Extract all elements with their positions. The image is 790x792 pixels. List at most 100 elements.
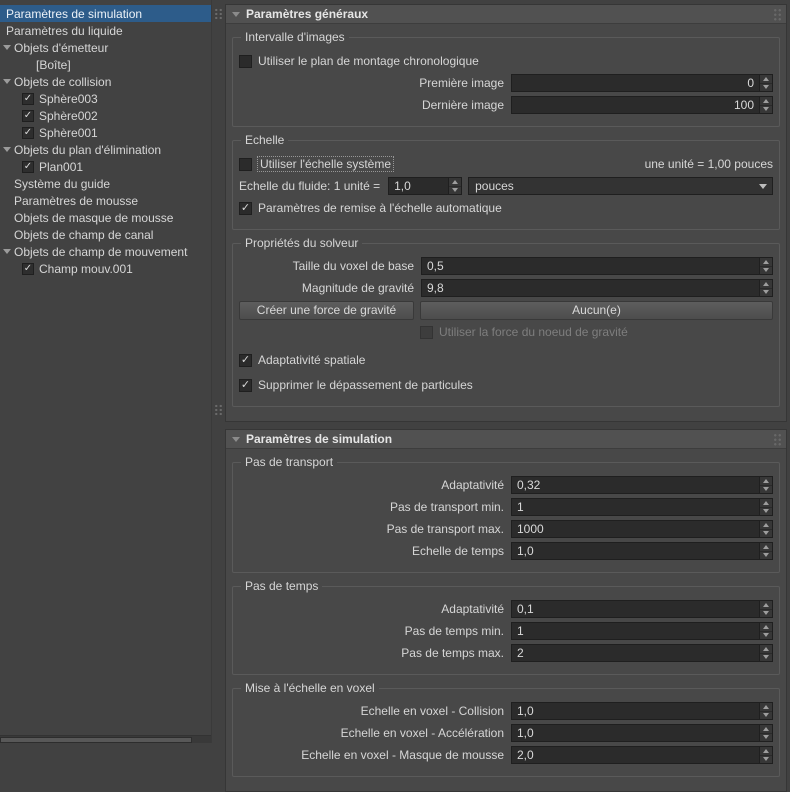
gravity-input[interactable] [422,280,759,296]
spinner-buttons[interactable] [759,747,772,763]
voxel-acceleration-input[interactable] [512,725,759,741]
time-min-input[interactable] [512,623,759,639]
time-max-spinner[interactable] [511,644,773,662]
checkbox[interactable]: ✓ [239,378,252,392]
auto-rescale-checkbox-row[interactable]: ✓ Paramètres de remise à l'échelle autom… [239,200,773,216]
spinner-buttons[interactable] [759,477,772,493]
tree-item-objets-champ-canal[interactable]: Objets de champ de canal [0,226,211,243]
spinner-up-icon[interactable] [760,725,772,733]
spinner-up-icon[interactable] [760,258,772,266]
time-scale-input[interactable] [512,543,759,559]
time-adaptivity-input[interactable] [512,601,759,617]
tree-item-boite[interactable]: [Boîte] [0,56,211,73]
expand-arrow-icon[interactable] [3,45,14,50]
spinner-up-icon[interactable] [760,521,772,529]
tree-item-parametres-mousse[interactable]: Paramètres de mousse [0,192,211,209]
voxel-collision-input[interactable] [512,703,759,719]
spinner-down-icon[interactable] [760,506,772,516]
spinner-buttons[interactable] [759,280,772,296]
rollout-header-parametres-simulation[interactable]: Paramètres de simulation [226,430,786,449]
spinner-down-icon[interactable] [760,652,772,662]
checkbox[interactable] [239,157,252,171]
first-frame-input[interactable] [512,75,759,91]
spinner-up-icon[interactable] [760,645,772,653]
time-min-spinner[interactable] [511,622,773,640]
spinner-down-icon[interactable] [760,287,772,297]
last-frame-spinner[interactable] [511,96,773,114]
horizontal-scrollbar[interactable] [0,735,211,743]
spinner-down-icon[interactable] [760,528,772,538]
first-frame-spinner[interactable] [511,74,773,92]
voxel-foam-mask-spinner[interactable] [511,746,773,764]
time-adaptivity-spinner[interactable] [511,600,773,618]
last-frame-input[interactable] [512,97,759,113]
transport-min-input[interactable] [512,499,759,515]
checkbox[interactable]: ✓ [239,353,252,367]
spinner-up-icon[interactable] [760,747,772,755]
tree-item-parametres-simulation[interactable]: Paramètres de simulation [0,5,211,22]
tree-item-parametres-liquide[interactable]: Paramètres du liquide [0,22,211,39]
checkbox[interactable]: ✓ [239,201,252,215]
rollout-header-parametres-generaux[interactable]: Paramètres généraux [226,5,786,24]
grip-dots-icon[interactable] [773,433,782,446]
spinner-up-icon[interactable] [760,97,772,105]
spinner-up-icon[interactable] [760,623,772,631]
spinner-buttons[interactable] [759,521,772,537]
spinner-down-icon[interactable] [760,754,772,764]
scrollbar-thumb[interactable] [0,737,192,743]
transport-adaptivity-input[interactable] [512,477,759,493]
time-max-input[interactable] [512,645,759,661]
spinner-up-icon[interactable] [760,499,772,507]
spatial-adaptivity-checkbox-row[interactable]: ✓ Adaptativité spatiale [239,352,773,368]
spinner-buttons[interactable] [759,97,772,113]
tree-item-objets-emetteur[interactable]: Objets d'émetteur [0,39,211,56]
use-gravity-node-checkbox-row[interactable]: Utiliser la force du noeud de gravité [420,324,773,340]
checkbox[interactable]: ✓ [22,160,34,173]
spinner-down-icon[interactable] [760,550,772,560]
tree-item-objets-champ-mouvement[interactable]: Objets de champ de mouvement [0,243,211,260]
spinner-buttons[interactable] [759,499,772,515]
spinner-down-icon[interactable] [449,185,462,195]
expand-arrow-icon[interactable] [3,249,14,254]
spinner-up-icon[interactable] [760,703,772,711]
tree-item-sphere003[interactable]: ✓ Sphère003 [0,90,211,107]
voxel-collision-spinner[interactable] [511,702,773,720]
timeline-checkbox-row[interactable]: Utiliser le plan de montage chronologiqu… [239,53,773,69]
tree-item-plan001[interactable]: ✓ Plan001 [0,158,211,175]
transport-adaptivity-spinner[interactable] [511,476,773,494]
voxel-size-input[interactable] [422,258,759,274]
spinner-up-icon[interactable] [760,543,772,551]
expand-arrow-icon[interactable] [3,147,14,152]
tree-item-sphere002[interactable]: ✓ Sphère002 [0,107,211,124]
fluid-scale-spinner[interactable] [388,177,463,195]
voxel-size-spinner[interactable] [421,257,773,275]
expand-arrow-icon[interactable] [3,79,14,84]
checkbox[interactable]: ✓ [22,126,34,139]
spinner-up-icon[interactable] [760,75,772,83]
voxel-acceleration-spinner[interactable] [511,724,773,742]
transport-min-spinner[interactable] [511,498,773,516]
gravity-node-button[interactable]: Aucun(e) [420,300,773,320]
spinner-down-icon[interactable] [760,484,772,494]
spinner-buttons[interactable] [759,703,772,719]
spinner-down-icon[interactable] [760,82,772,92]
tree-item-objets-collision[interactable]: Objets de collision [0,73,211,90]
fluid-scale-input[interactable] [389,178,449,194]
spinner-up-icon[interactable] [760,280,772,288]
grip-dots-icon[interactable] [773,8,782,21]
spinner-buttons[interactable] [759,645,772,661]
spinner-down-icon[interactable] [760,710,772,720]
spinner-down-icon[interactable] [760,104,772,114]
checkbox[interactable]: ✓ [22,92,34,105]
tree-item-sphere001[interactable]: ✓ Sphère001 [0,124,211,141]
system-scale-checkbox-row[interactable]: Utiliser l'échelle système une unité = 1… [239,156,773,172]
tree-item-champ-mouv-001[interactable]: ✓ Champ mouv.001 [0,260,211,277]
tree-item-objets-plan-elimination[interactable]: Objets du plan d'élimination [0,141,211,158]
voxel-foam-mask-input[interactable] [512,747,759,763]
time-scale-spinner[interactable] [511,542,773,560]
spinner-up-icon[interactable] [760,601,772,609]
checkbox[interactable]: ✓ [22,262,34,275]
spinner-down-icon[interactable] [760,732,772,742]
transport-max-spinner[interactable] [511,520,773,538]
spinner-buttons[interactable] [448,178,462,195]
